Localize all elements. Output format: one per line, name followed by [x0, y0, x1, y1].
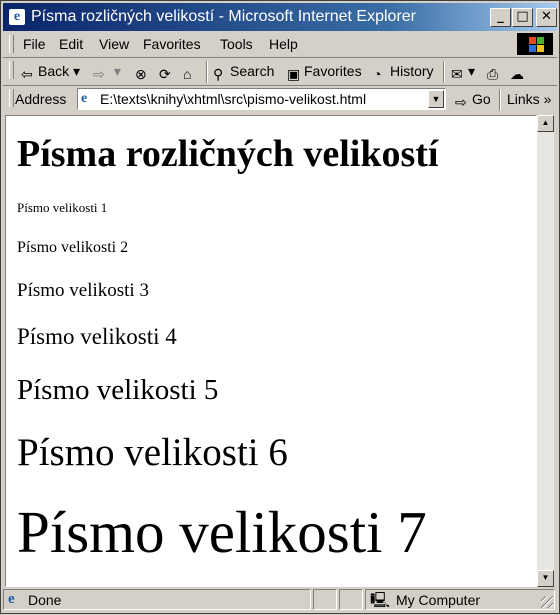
home-button[interactable]: ⌂ — [183, 63, 200, 82]
address-value: E:\texts\knihy\xhtml\src\pismo-velikost.… — [100, 91, 367, 107]
toolbar-grip[interactable] — [9, 61, 14, 79]
go-arrow-icon: ⇨ — [455, 94, 467, 110]
links-button[interactable]: Links » — [507, 91, 551, 107]
addressbar-grip[interactable] — [9, 89, 14, 107]
stop-icon: ⊗ — [135, 66, 147, 82]
menu-bar: File Edit View Favorites Tools Help — [3, 32, 557, 58]
forward-button[interactable]: ⇨ ▾ — [93, 63, 121, 82]
page-icon: e — [81, 91, 88, 106]
refresh-icon: ⟳ — [159, 66, 171, 82]
status-panel — [339, 589, 363, 610]
standard-toolbar: ⇦ Back ▾ ⇨ ▾ ⊗ ⟳ ⌂ ⚲ Search ▣ Favorites ◔ Hi… — [3, 58, 557, 86]
history-button[interactable]: ◔ History — [373, 63, 434, 82]
status-main-panel: e Done — [3, 589, 311, 610]
search-label: Search — [230, 63, 275, 79]
toolbar-separator — [499, 89, 501, 111]
page-heading: Písma rozličných velikostí — [17, 133, 439, 175]
toolbar-separator — [206, 61, 208, 83]
text-size-2: Písmo velikosti 2 — [17, 239, 129, 256]
computer-icon: 🖳 — [370, 592, 391, 609]
status-panel — [313, 589, 337, 610]
minimize-button[interactable]: _ — [490, 8, 511, 27]
status-text: Done — [28, 592, 62, 608]
links-label: Links — [507, 91, 540, 107]
search-icon: ⚲ — [213, 66, 224, 82]
scroll-up-button[interactable]: ▲ — [537, 115, 554, 132]
address-input[interactable]: e E:\texts\knihy\xhtml\src\pismo-velikos… — [77, 88, 446, 110]
text-size-5: Písmo velikosti 5 — [17, 374, 219, 406]
back-button[interactable]: ⇦ Back ▾ — [21, 63, 80, 82]
menubar-grip[interactable] — [9, 35, 14, 53]
text-size-1: Písmo velikosti 1 — [17, 200, 108, 215]
address-bar: Address e E:\texts\knihy\xhtml\src\pismo… — [3, 86, 557, 113]
zone-text: My Computer — [396, 592, 481, 608]
print-button[interactable]: ⎙ — [487, 63, 504, 82]
resize-grip[interactable] — [541, 596, 553, 608]
stop-button[interactable]: ⊗ — [135, 63, 152, 82]
home-icon: ⌂ — [183, 66, 192, 82]
scroll-down-button[interactable]: ▼ — [537, 570, 554, 587]
discuss-icon: ☁ — [510, 66, 524, 82]
browser-window: e Písma rozličných velikostí - Microsoft… — [0, 0, 560, 614]
forward-arrow-icon: ⇨ — [93, 66, 105, 82]
address-label: Address — [15, 91, 67, 107]
favorites-label: Favorites — [304, 63, 362, 79]
address-dropdown-button[interactable]: ▼ — [428, 90, 444, 108]
favorites-icon: ▣ — [287, 66, 301, 82]
go-button[interactable]: ⇨ Go — [455, 91, 491, 110]
back-arrow-icon: ⇦ — [21, 66, 33, 82]
page-content: Písma rozličných velikostí Písmo velikos… — [5, 115, 537, 587]
refresh-button[interactable]: ⟳ — [159, 63, 176, 82]
vertical-scrollbar[interactable]: ▲ ▼ — [537, 115, 554, 587]
text-size-3: Písmo velikosti 3 — [17, 280, 149, 301]
text-size-7: Písmo velikosti 7 — [17, 499, 427, 565]
close-button[interactable]: ✕ — [536, 8, 557, 27]
search-button[interactable]: ⚲ Search — [213, 63, 275, 82]
menu-help[interactable]: Help — [269, 36, 298, 52]
menu-tools[interactable]: Tools — [220, 36, 253, 52]
history-label: History — [390, 63, 434, 79]
text-size-4: Písmo velikosti 4 — [17, 324, 177, 349]
go-label: Go — [472, 91, 491, 107]
menu-file[interactable]: File — [23, 36, 46, 52]
print-icon: ⎙ — [487, 66, 499, 82]
toolbar-separator — [443, 61, 445, 83]
mail-icon: ✉ — [451, 66, 463, 82]
ie-status-icon: e — [8, 591, 15, 607]
maximize-button[interactable]: □ — [512, 8, 533, 27]
window-title: Písma rozličných velikostí - Microsoft I… — [31, 8, 417, 25]
menu-view[interactable]: View — [99, 36, 129, 52]
title-bar[interactable]: e Písma rozličných velikostí - Microsoft… — [3, 3, 557, 31]
ie-logo-icon: e — [9, 9, 25, 25]
zone-panel: 🖳 My Computer — [365, 589, 555, 610]
mail-button[interactable]: ✉ ▾ — [451, 63, 475, 82]
windows-logo-icon — [517, 33, 553, 55]
status-bar: e Done 🖳 My Computer — [3, 588, 557, 612]
discuss-button[interactable]: ☁ — [510, 63, 527, 82]
back-label: Back — [38, 63, 70, 79]
menu-edit[interactable]: Edit — [59, 36, 83, 52]
favorites-button[interactable]: ▣ Favorites — [287, 63, 362, 82]
history-icon: ◔ — [373, 66, 382, 82]
menu-favorites[interactable]: Favorites — [143, 36, 201, 52]
text-size-6: Písmo velikosti 6 — [17, 431, 288, 474]
